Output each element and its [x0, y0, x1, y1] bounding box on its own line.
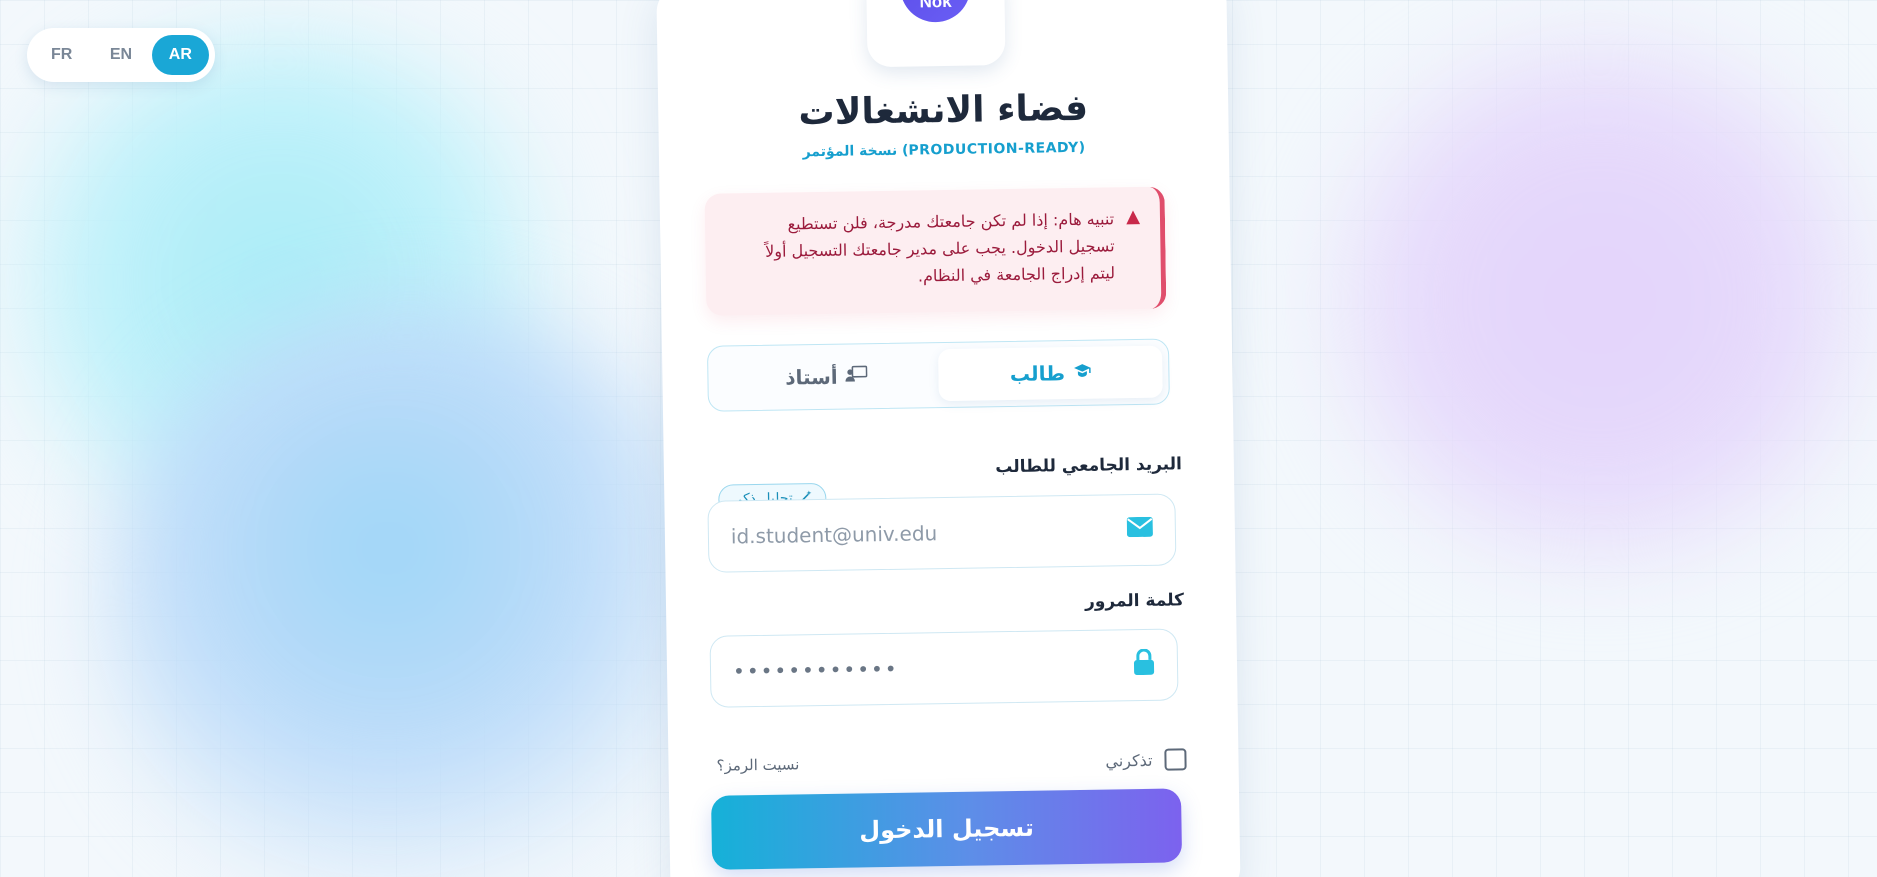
remember-label: تذكرني: [1105, 750, 1153, 771]
tab-teacher[interactable]: أستاذ: [714, 349, 939, 405]
envelope-icon: [1126, 516, 1153, 543]
lang-button-fr[interactable]: FR: [33, 35, 90, 75]
forgot-password-link[interactable]: نسيت الرمز؟: [716, 755, 799, 774]
warning-alert: ▲ تنبيه هام: إذا لم تكن جامعتك مدرجة، فل…: [704, 186, 1167, 316]
login-card: Nok فضاء الانشغالات نسخة المؤتمر (PRODUC…: [656, 0, 1241, 877]
remember-me[interactable]: تذكرني: [1105, 748, 1187, 771]
email-placeholder: id.student@univ.edu: [730, 521, 938, 549]
password-value: ••••••••••••: [732, 656, 899, 684]
lock-icon: [1133, 648, 1155, 681]
email-label: البريد الجامعي للطالب: [995, 454, 1183, 478]
logo-container: Nok: [866, 0, 1006, 68]
lang-button-en[interactable]: EN: [92, 35, 149, 75]
language-switch: FR EN AR: [27, 28, 215, 82]
teacher-icon: [845, 365, 868, 388]
tab-student-label: طالب: [1009, 361, 1066, 387]
role-tabs: طالب أستاذ: [706, 338, 1170, 412]
page-title: فضاء الانشغالات: [798, 87, 1089, 134]
login-button[interactable]: تسجيل الدخول: [711, 788, 1183, 870]
page-subtitle: نسخة المؤتمر (PRODUCTION-READY): [802, 139, 1086, 161]
warning-icon: ▲: [1125, 205, 1141, 228]
password-label: كلمة المرور: [1084, 590, 1185, 612]
background-blob-purple: [1290, 20, 1877, 580]
logo: Nok: [899, 0, 971, 23]
lang-button-ar[interactable]: AR: [151, 35, 209, 75]
alert-text: تنبيه هام: إذا لم تكن جامعتك مدرجة، فلن …: [764, 209, 1116, 286]
tab-teacher-label: أستاذ: [785, 364, 838, 390]
tab-student[interactable]: طالب: [938, 345, 1163, 402]
password-field[interactable]: ••••••••••••: [709, 628, 1179, 708]
graduate-icon: [1073, 361, 1091, 384]
email-field[interactable]: id.student@univ.edu: [707, 493, 1177, 573]
remember-checkbox[interactable]: [1164, 748, 1187, 771]
